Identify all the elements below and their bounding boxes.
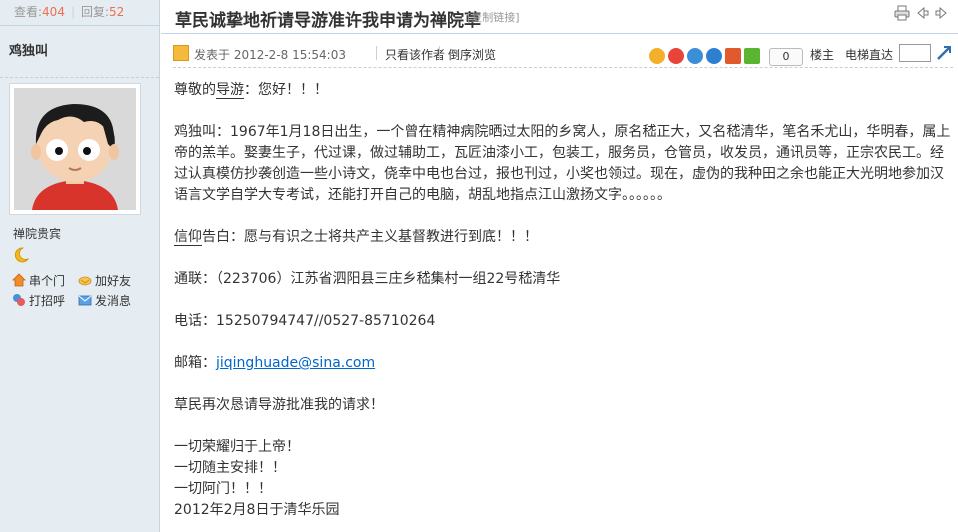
closing-line: 一切随主安排！！ bbox=[174, 460, 286, 476]
post-time: 发表于 2012-2-8 15:54:03 bbox=[194, 48, 346, 62]
handshake-icon bbox=[78, 276, 92, 286]
renren-share-icon[interactable] bbox=[706, 48, 722, 64]
pengyou-share-icon[interactable] bbox=[687, 48, 703, 64]
salutation: 尊敬的导游：您好！！！ bbox=[174, 80, 954, 101]
post-content: 尊敬的导游：您好！！！ 鸡独叫：1967年1月18日出生，一个曾在精神病院晒过太… bbox=[174, 80, 954, 521]
salutation-suffix: ：您好！！！ bbox=[244, 82, 328, 98]
send-message-button[interactable]: 发消息 bbox=[78, 290, 144, 310]
address-line: 通联：（223706）江苏省泗阳县三庄乡嵇集村一组22号嵇清华 bbox=[174, 271, 561, 287]
greet-label: 打招呼 bbox=[29, 293, 66, 308]
bio-paragraph: 鸡独叫：1967年1月18日出生，一个曾在精神病院晒过太阳的乡窝人，原名嵇正大，… bbox=[174, 124, 951, 203]
home-icon bbox=[12, 273, 26, 287]
views-label: 查看: bbox=[14, 5, 43, 19]
avatar[interactable] bbox=[9, 83, 141, 215]
meta-divider bbox=[439, 46, 440, 60]
floor-label: 楼主 bbox=[810, 48, 835, 62]
envelope-icon bbox=[78, 295, 92, 306]
author-actions: 串个门 加好友 打招呼 发消息 bbox=[12, 270, 152, 310]
add-friend-button[interactable]: 加好友 bbox=[78, 270, 144, 290]
views-count: 404 bbox=[42, 5, 65, 19]
thread-header: 草民诚挚地祈请导游准许我申请为禅院草 [复制链接] bbox=[161, 0, 958, 34]
floor-jump-input[interactable] bbox=[899, 44, 931, 62]
author-sidebar: 查看:404 | 回复:52 鸡独叫 禅院贵宾 串个门 加好友 打招呼 发消息 bbox=[0, 0, 160, 532]
qzone-share-icon[interactable] bbox=[649, 48, 665, 64]
post-main: 草民诚挚地祈请导游准许我申请为禅院草 [复制链接] 发表于 2012-2-8 1… bbox=[161, 0, 958, 532]
copy-link-button[interactable]: [复制链接] bbox=[467, 9, 520, 25]
replies-label: 回复: bbox=[81, 5, 110, 19]
email-line: 邮箱：jiqinghuade@sina.com bbox=[174, 353, 954, 374]
go-arrow-icon[interactable] bbox=[935, 44, 953, 62]
post-author-icon bbox=[173, 45, 189, 61]
send-message-label: 发消息 bbox=[95, 293, 132, 308]
next-thread-icon[interactable] bbox=[934, 5, 950, 21]
greet-button[interactable]: 打招呼 bbox=[12, 290, 74, 310]
email-link[interactable]: jiqinghuade@sina.com bbox=[216, 355, 375, 371]
prev-thread-icon[interactable] bbox=[914, 5, 930, 21]
keyword-guide[interactable]: 导游 bbox=[216, 82, 244, 99]
visit-button[interactable]: 串个门 bbox=[12, 270, 74, 290]
only-author-link[interactable]: 只看该作者 bbox=[385, 46, 445, 63]
share-count: 0 bbox=[769, 48, 803, 66]
thread-toolbar bbox=[894, 5, 950, 21]
moon-icon bbox=[14, 247, 30, 263]
closing-line: 一切阿门！！！ bbox=[174, 481, 272, 497]
author-name[interactable]: 鸡独叫 bbox=[0, 26, 159, 78]
avatar-image bbox=[14, 88, 136, 210]
weibo-share-icon[interactable] bbox=[668, 48, 684, 64]
keyword-faith[interactable]: 信仰 bbox=[174, 229, 202, 246]
thread-stats: 查看:404 | 回复:52 bbox=[0, 0, 159, 26]
stats-divider: | bbox=[70, 5, 75, 19]
user-group[interactable]: 禅院贵宾 bbox=[13, 225, 61, 242]
closing-line: 一切荣耀归于上帝！ bbox=[174, 439, 300, 455]
post-meta: 发表于 2012-2-8 15:54:03 只看该作者 倒序浏览 0 楼主 电梯… bbox=[173, 40, 953, 68]
salutation-prefix: 尊敬的 bbox=[174, 82, 216, 98]
add-friend-label: 加好友 bbox=[95, 273, 132, 288]
more-share-icon[interactable] bbox=[744, 48, 760, 64]
favorite-share-icon[interactable] bbox=[725, 48, 741, 64]
greet-icon bbox=[13, 294, 25, 306]
email-label: 邮箱： bbox=[174, 355, 216, 371]
visit-label: 串个门 bbox=[29, 273, 66, 288]
jump-label: 电梯直达 bbox=[845, 48, 894, 62]
post-date: 2012年2月8日于清华乐园 bbox=[174, 502, 340, 518]
share-icons bbox=[649, 48, 760, 64]
print-icon[interactable] bbox=[894, 5, 910, 21]
creed-text: 告白：愿与有识之士将共产主义基督教进行到底！！！ bbox=[202, 229, 538, 245]
reverse-order-link[interactable]: 倒序浏览 bbox=[448, 46, 496, 63]
meta-divider bbox=[376, 46, 377, 60]
creed-paragraph: 信仰告白：愿与有识之士将共产主义基督教进行到底！！！ bbox=[174, 227, 954, 248]
thread-title: 草民诚挚地祈请导游准许我申请为禅院草 bbox=[175, 11, 481, 31]
plea-line: 草民再次恳请导游批准我的请求！ bbox=[174, 397, 384, 413]
replies-count: 52 bbox=[109, 5, 125, 19]
phone-line: 电话：15250794747//0527-85710264 bbox=[174, 313, 436, 329]
